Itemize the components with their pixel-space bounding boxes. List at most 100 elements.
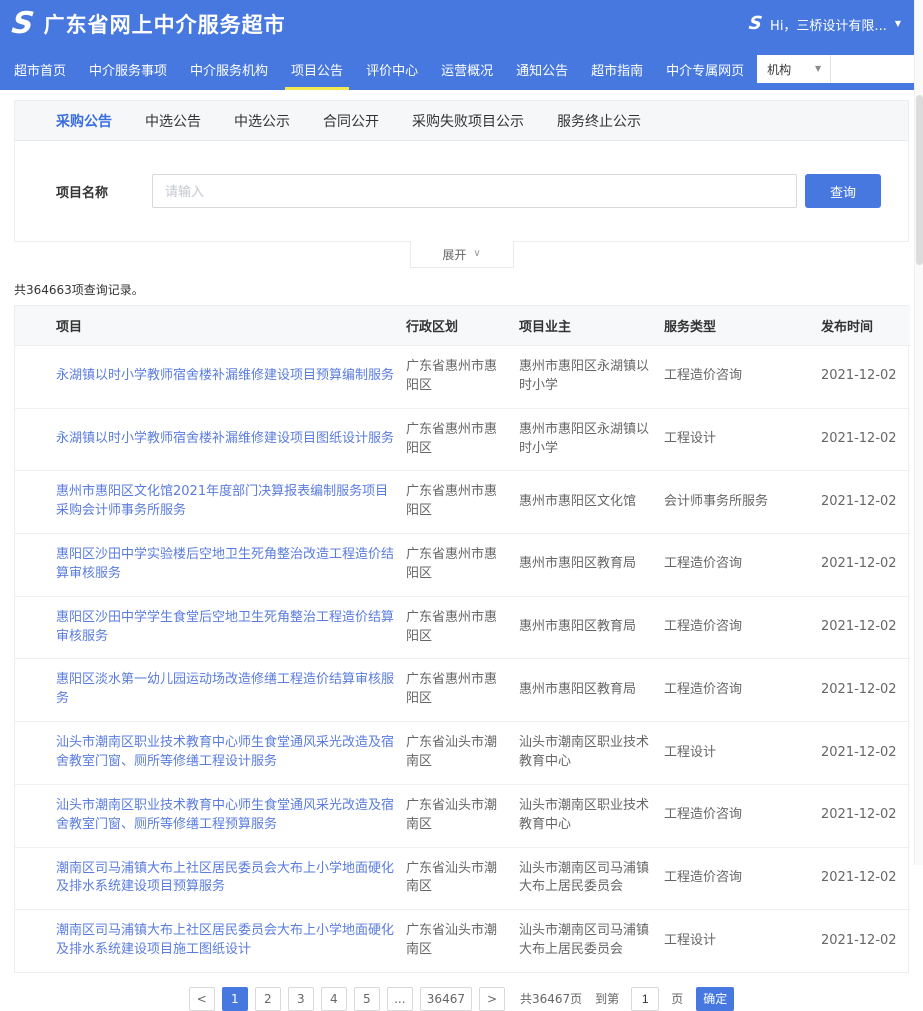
page-ellipsis[interactable]: ... — [387, 987, 413, 1011]
nav-item-guide[interactable]: 超市指南 — [581, 48, 653, 90]
project-name-label: 项目名称 — [56, 182, 112, 201]
cell-region: 广东省汕头市潮南区 — [406, 722, 519, 785]
table-row: 永湖镇以时小学教师宿舍楼补漏维修建设项目图纸设计服务 广东省惠州市惠阳区 惠州市… — [15, 408, 910, 471]
main-content: 采购公告 中选公告 中选公示 合同公开 采购失败项目公示 服务终止公示 项目名称… — [14, 100, 909, 1011]
scrollbar-thumb[interactable] — [916, 95, 923, 265]
nav-item-operation-overview[interactable]: 运营概况 — [431, 48, 503, 90]
header-search: 机构 ▼ — [757, 55, 923, 83]
project-link[interactable]: 潮南区司马浦镇大布上社区居民委员会大布上小学地面硬化及排水系统建设项目施工图纸设… — [56, 923, 394, 957]
cell-owner: 惠州市惠阳区教育局 — [519, 534, 664, 597]
table-row: 惠州市惠阳区文化馆2021年度部门决算报表编制服务项目采购会计师事务所服务 广东… — [15, 471, 910, 534]
expand-wrap: 展开 ∨ — [14, 242, 909, 268]
expand-button[interactable]: 展开 ∨ — [410, 241, 514, 268]
project-link[interactable]: 汕头市潮南区职业技术教育中心师生食堂通风采光改造及宿舍教室门窗、厕所等修缮工程设… — [56, 735, 394, 769]
cell-date: 2021-12-02 — [821, 534, 910, 597]
tab-contract-disclosure[interactable]: 合同公开 — [323, 111, 379, 131]
announcement-tabs: 采购公告 中选公告 中选公示 合同公开 采购失败项目公示 服务终止公示 — [15, 101, 908, 141]
cell-region: 广东省惠州市惠阳区 — [406, 471, 519, 534]
user-menu[interactable]: S Hi，三桥设计有限... ▼ — [749, 15, 901, 34]
filter-card: 采购公告 中选公告 中选公示 合同公开 采购失败项目公示 服务终止公示 项目名称… — [14, 100, 909, 242]
project-link[interactable]: 惠阳区沙田中学学生食堂后空地卫生死角整治工程造价结算审核服务 — [56, 610, 394, 644]
page-button-4[interactable]: 4 — [321, 987, 347, 1011]
col-header-date: 发布时间 — [821, 306, 910, 346]
project-link[interactable]: 潮南区司马浦镇大布上社区居民委员会大布上小学地面硬化及排水系统建设项目预算服务 — [56, 861, 394, 895]
tab-selection-announcement[interactable]: 中选公告 — [145, 111, 201, 131]
cell-date: 2021-12-02 — [821, 847, 910, 910]
nav-item-service-matters[interactable]: 中介服务事项 — [79, 48, 177, 90]
project-link[interactable]: 汕头市潮南区职业技术教育中心师生食堂通风采光改造及宿舍教室门窗、厕所等修缮工程预… — [56, 798, 394, 832]
site-title: 广东省网上中介服务超市 — [44, 9, 286, 39]
user-greeting: Hi，三桥设计有限... — [770, 15, 887, 34]
table-row: 汕头市潮南区职业技术教育中心师生食堂通风采光改造及宿舍教室门窗、厕所等修缮工程设… — [15, 722, 910, 785]
nav-item-service-agencies[interactable]: 中介服务机构 — [180, 48, 278, 90]
project-link[interactable]: 永湖镇以时小学教师宿舍楼补漏维修建设项目预算编制服务 — [56, 368, 394, 383]
confirm-button[interactable]: 确定 — [696, 987, 734, 1011]
cell-date: 2021-12-02 — [821, 471, 910, 534]
site-logo-icon: S — [10, 9, 36, 39]
col-header-project: 项目 — [15, 306, 406, 346]
site-brand[interactable]: S 广东省网上中介服务超市 — [12, 9, 286, 39]
expand-label: 展开 — [442, 246, 466, 263]
page-button-2[interactable]: 2 — [255, 987, 281, 1011]
table-row: 潮南区司马浦镇大布上社区居民委员会大布上小学地面硬化及排水系统建设项目预算服务 … — [15, 847, 910, 910]
select-caret-down-icon: ▼ — [815, 65, 821, 73]
nav-item-project-announcements[interactable]: 项目公告 — [281, 48, 353, 90]
cell-date: 2021-12-02 — [821, 346, 910, 409]
table-header-row: 项目 行政区划 项目业主 服务类型 发布时间 — [15, 306, 910, 346]
cell-date: 2021-12-02 — [821, 910, 910, 972]
project-link[interactable]: 惠州市惠阳区文化馆2021年度部门决算报表编制服务项目采购会计师事务所服务 — [56, 484, 388, 518]
table-row: 永湖镇以时小学教师宿舍楼补漏维修建设项目预算编制服务 广东省惠州市惠阳区 惠州市… — [15, 346, 910, 409]
cell-date: 2021-12-02 — [821, 596, 910, 659]
project-link[interactable]: 惠阳区沙田中学实验楼后空地卫生死角整治改造工程造价结算审核服务 — [56, 547, 394, 581]
prev-page-button[interactable]: < — [189, 987, 215, 1011]
tab-selection-publicity[interactable]: 中选公示 — [234, 111, 290, 131]
search-form: 项目名称 查询 — [15, 141, 908, 241]
cell-type: 工程设计 — [664, 408, 821, 471]
col-header-region: 行政区划 — [406, 306, 519, 346]
scrollbar-track[interactable] — [914, 0, 923, 865]
page-button-5[interactable]: 5 — [354, 987, 380, 1011]
col-header-owner: 项目业主 — [519, 306, 664, 346]
nav-item-agency-webpage[interactable]: 中介专属网页 — [656, 48, 754, 90]
page-button-1[interactable]: 1 — [222, 987, 248, 1011]
cell-type: 工程造价咨询 — [664, 847, 821, 910]
search-input[interactable] — [831, 55, 923, 83]
cell-owner: 汕头市潮南区司马浦镇大布上居民委员会 — [519, 910, 664, 972]
cell-region: 广东省汕头市潮南区 — [406, 784, 519, 847]
table-row: 潮南区司马浦镇大布上社区居民委员会大布上小学地面硬化及排水系统建设项目施工图纸设… — [15, 910, 910, 972]
page-button-3[interactable]: 3 — [288, 987, 314, 1011]
cell-type: 工程设计 — [664, 910, 821, 972]
total-pages-text: 共36467页 — [520, 990, 582, 1007]
goto-page-input[interactable] — [631, 987, 659, 1011]
search-category-select[interactable]: 机构 ▼ — [757, 55, 831, 83]
cell-owner: 惠州市惠阳区永湖镇以时小学 — [519, 346, 664, 409]
query-button[interactable]: 查询 — [805, 174, 881, 208]
cell-type: 工程造价咨询 — [664, 534, 821, 597]
project-link[interactable]: 永湖镇以时小学教师宿舍楼补漏维修建设项目图纸设计服务 — [56, 431, 394, 446]
cell-type: 工程造价咨询 — [664, 596, 821, 659]
col-header-type: 服务类型 — [664, 306, 821, 346]
results-card: 项目 行政区划 项目业主 服务类型 发布时间 永湖镇以时小学教师宿舍楼补漏维修建… — [14, 305, 909, 973]
tab-service-termination[interactable]: 服务终止公示 — [557, 111, 641, 131]
cell-owner: 惠州市惠阳区教育局 — [519, 659, 664, 722]
nav-item-home[interactable]: 超市首页 — [4, 48, 76, 90]
cell-owner: 惠州市惠阳区教育局 — [519, 596, 664, 659]
result-count: 共364663项查询记录。 — [14, 281, 909, 298]
cell-owner: 汕头市潮南区司马浦镇大布上居民委员会 — [519, 847, 664, 910]
nav-item-evaluation-center[interactable]: 评价中心 — [356, 48, 428, 90]
cell-type: 工程造价咨询 — [664, 659, 821, 722]
tab-failed-procurement[interactable]: 采购失败项目公示 — [412, 111, 524, 131]
tab-purchase-announcement[interactable]: 采购公告 — [56, 111, 112, 131]
cell-type: 工程造价咨询 — [664, 346, 821, 409]
cell-owner: 惠州市惠阳区永湖镇以时小学 — [519, 408, 664, 471]
table-row: 惠阳区淡水第一幼儿园运动场改造修缮工程造价结算审核服务 广东省惠州市惠阳区 惠州… — [15, 659, 910, 722]
expand-caret-down-icon: ∨ — [473, 249, 480, 259]
cell-owner: 汕头市潮南区职业技术教育中心 — [519, 722, 664, 785]
cell-region: 广东省汕头市潮南区 — [406, 847, 519, 910]
page-button-last[interactable]: 36467 — [420, 987, 472, 1011]
project-link[interactable]: 惠阳区淡水第一幼儿园运动场改造修缮工程造价结算审核服务 — [56, 672, 394, 706]
nav-item-notices[interactable]: 通知公告 — [506, 48, 578, 90]
goto-prefix-label: 到第 — [595, 990, 619, 1007]
project-name-input[interactable] — [152, 174, 797, 208]
next-page-button[interactable]: > — [479, 987, 505, 1011]
